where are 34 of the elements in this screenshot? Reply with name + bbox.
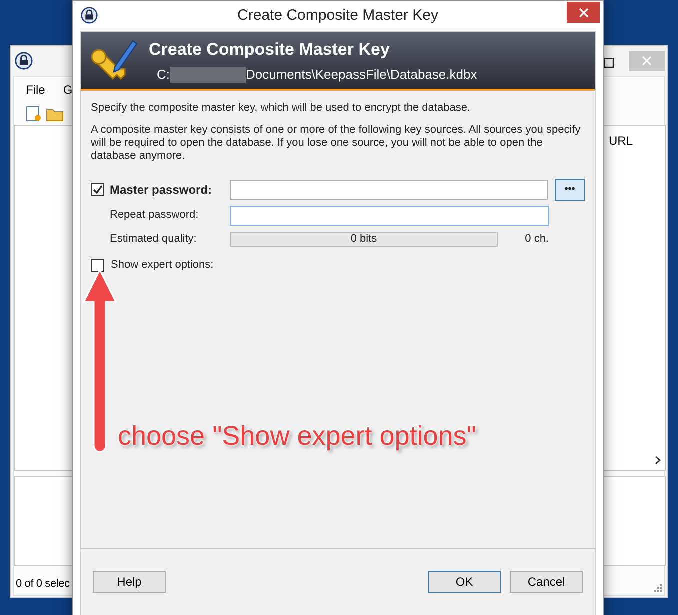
annotation-text: choose "Show expert options" [118,420,476,453]
checkbox[interactable] [91,183,104,196]
repeat-password-field[interactable] [230,206,549,226]
password-field[interactable] [230,180,548,200]
character-count: 0 ch. [524,232,549,248]
resize-grip-icon[interactable] [652,582,662,592]
dialog-button[interactable]: Help [93,571,166,593]
expert-options-label: Show expert options: [111,258,214,274]
menu-item[interactable]: G [63,81,73,99]
scroll-right-icon[interactable] [655,456,662,465]
menu-item[interactable]: File [26,81,46,99]
checkbox[interactable] [91,259,104,272]
dialog-button[interactable]: OK [428,571,501,593]
close-icon [578,8,588,18]
path-text: C: [157,66,170,84]
description-text: A composite master key consists of one or more of the following key sources. All sources you specify will be required to open the database. If you lose one source, you will not be able to open the database anymore. [91,124,582,162]
maximize-icon[interactable] [604,58,614,68]
quality-reading: 0 bits [350,232,378,248]
repeat-password-label: Repeat password: [109,208,200,224]
quality-label: Estimated quality: [109,232,198,248]
path-text: Documents\KeepassFile\Database.kdbx [246,66,478,84]
close-button[interactable] [567,2,600,23]
lock-icon [15,52,33,70]
status-bar-text: 0 of 0 selec [16,577,70,592]
intro-text: Specify the composite master key, which will be used to encrypt the database. [91,101,472,116]
dialog-button[interactable]: Cancel [510,571,583,593]
lock-icon [81,7,98,24]
banner-title: Create Composite Master Key [149,38,391,60]
window-title: Create Composite Master Key [238,6,438,26]
master-password-label: Master password: [110,182,212,198]
new-file-icon[interactable] [26,106,42,122]
show-password-button[interactable]: ••• [555,178,585,200]
close-icon [642,56,652,66]
column-header[interactable]: URL [609,132,634,150]
